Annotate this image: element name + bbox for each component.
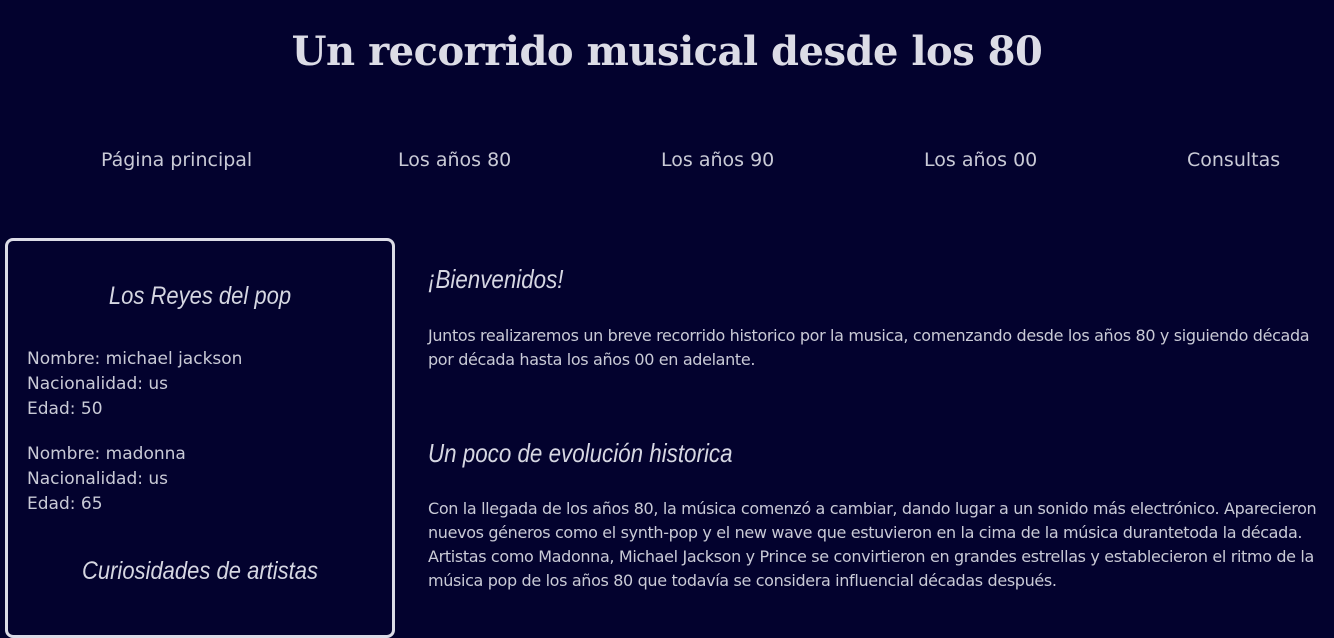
sidebar-panel: Los Reyes del pop Nombre: michael jackso… <box>5 238 395 638</box>
nav-link-80s[interactable]: Los años 80 <box>398 142 511 178</box>
history-text: Con la llegada de los años 80, la música… <box>428 499 1317 590</box>
nav-link-home[interactable]: Página principal <box>101 142 252 178</box>
artist-name: Nombre: madonna <box>27 444 186 464</box>
artist-nationality: Nacionalidad: us <box>27 374 169 394</box>
artist-card: Nombre: madonna Nacionalidad: us Edad: 6… <box>27 442 186 517</box>
nav-link-consultas[interactable]: Consultas <box>1187 142 1280 178</box>
kings-heading: Los Reyes del pop <box>108 282 292 310</box>
history-heading: Un poco de evolución historica <box>428 438 733 468</box>
artist-age: Edad: 50 <box>27 399 103 419</box>
welcome-heading: ¡Bienvenidos! <box>428 264 564 294</box>
nav-link-90s[interactable]: Los años 90 <box>661 142 774 178</box>
site-title: Un recorrido musical desde los 80 <box>291 28 1043 75</box>
artist-card: Nombre: michael jackson Nacionalidad: us… <box>27 347 242 422</box>
curiosities-heading: Curiosidades de artistas <box>81 557 319 585</box>
nav-link-00s[interactable]: Los años 00 <box>924 142 1037 178</box>
main-nav: Página principal Los años 80 Los años 90… <box>0 142 1334 178</box>
welcome-text: Juntos realizaremos un breve recorrido h… <box>428 326 1310 369</box>
artist-age: Edad: 65 <box>27 494 103 514</box>
artist-nationality: Nacionalidad: us <box>27 469 169 489</box>
artist-name: Nombre: michael jackson <box>27 349 243 369</box>
